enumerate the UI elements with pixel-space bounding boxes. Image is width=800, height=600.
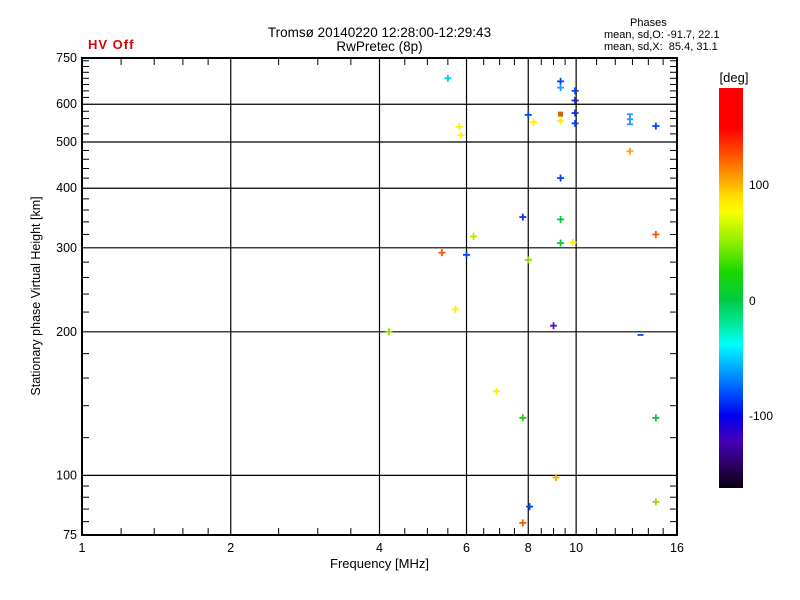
colorbar-tick-label: 0	[749, 293, 756, 308]
data-point	[557, 174, 565, 182]
data-point	[626, 113, 633, 126]
colorbar-tick-label: -100	[749, 409, 774, 424]
data-point	[626, 147, 634, 155]
data-point	[652, 498, 660, 506]
data-point	[470, 232, 478, 240]
data-point	[571, 109, 579, 117]
colorbar-tick-label: 100	[749, 178, 770, 193]
data-point	[652, 230, 660, 238]
colorbar-ticks: 100 0 -100	[719, 88, 779, 488]
y-axis-label: Stationary phase Virtual Height [km]	[29, 196, 43, 396]
data-point	[550, 322, 558, 330]
y-tick-label: 400	[56, 181, 77, 195]
data-point	[526, 503, 534, 511]
y-tick-label: 200	[56, 325, 77, 339]
y-tick-label: 500	[56, 135, 77, 149]
data-point	[452, 305, 460, 313]
ionogram-screenshot: HV Off Tromsø 20140220 12:28:00-12:29:43…	[0, 0, 800, 600]
data-point	[558, 111, 564, 117]
x-tick-label: 10	[569, 541, 583, 555]
data-point	[463, 251, 471, 259]
data-point	[557, 117, 565, 125]
ionogram-plot: 1 2 4 6 8 10 16 75 100 200 300 400 500 600 750	[56, 51, 684, 555]
data-point	[444, 74, 452, 82]
data-point	[493, 387, 501, 395]
y-tick-label: 750	[56, 51, 77, 65]
colorbar-unit-label: [deg]	[719, 70, 749, 85]
data-point	[385, 328, 393, 336]
x-tick-label: 8	[525, 541, 532, 555]
data-point	[438, 249, 446, 257]
data-point	[519, 414, 527, 422]
x-tick-label: 6	[463, 541, 470, 555]
y-tick-label: 100	[56, 468, 77, 482]
data-point	[571, 119, 579, 127]
data-point	[569, 238, 577, 246]
data-point	[571, 87, 579, 95]
x-tick-label: 2	[227, 541, 234, 555]
data-point	[519, 519, 527, 527]
data-point	[524, 256, 532, 264]
data-point	[571, 96, 579, 104]
data-point	[455, 123, 463, 131]
data-point	[557, 77, 565, 85]
data-point	[519, 213, 527, 221]
y-tick-label: 300	[56, 241, 77, 255]
data-point	[530, 118, 538, 126]
x-axis-label: Frequency [MHz]	[330, 556, 429, 571]
data-point	[652, 414, 660, 422]
x-tick-label: 4	[376, 541, 383, 555]
data-point	[557, 239, 565, 247]
data-point	[557, 215, 565, 223]
data-point	[557, 84, 565, 92]
data-point	[652, 122, 660, 130]
x-tick-label: 16	[670, 541, 684, 555]
x-tick-label: 1	[79, 541, 86, 555]
data-point	[524, 111, 532, 119]
y-tick-label: 75	[63, 528, 77, 542]
data-point	[457, 131, 465, 139]
y-tick-label: 600	[56, 97, 77, 111]
